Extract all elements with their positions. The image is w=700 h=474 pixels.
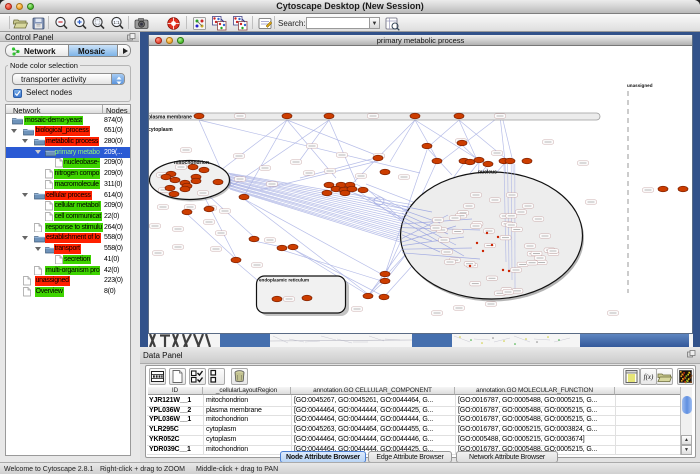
- svg-text:cytoplasm: cytoplasm: [149, 127, 173, 133]
- svg-text:1:1: 1:1: [113, 20, 120, 25]
- svg-text:nucleus: nucleus: [478, 170, 497, 176]
- svg-text:unassigned: unassigned: [627, 83, 653, 88]
- svg-text:plasma membrane: plasma membrane: [149, 115, 192, 121]
- svg-text:endoplasmic reticulum: endoplasmic reticulum: [259, 278, 309, 283]
- svg-text:f(x): f(x): [644, 373, 654, 381]
